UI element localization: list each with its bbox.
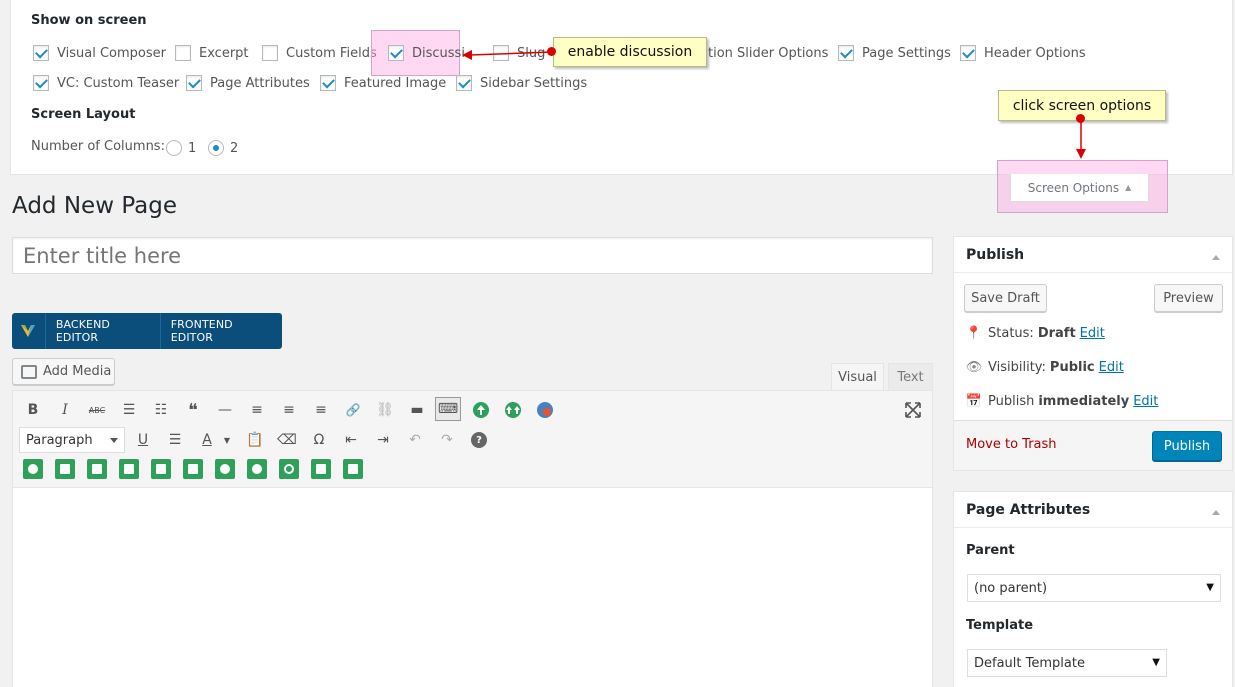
clear-formatting-icon[interactable]: ⌫ [277,430,297,450]
fullscreen-icon[interactable] [903,400,923,420]
screen-options-tab[interactable]: Screen Options ▲ [1010,174,1149,202]
indent-icon[interactable]: ⇥ [373,430,393,450]
media-icon [21,364,37,379]
callout-enable-discussion: enable discussion [553,37,707,67]
undo-icon[interactable]: ↶ [405,430,425,450]
publish-actions: Move to Trash Publish [954,420,1232,470]
help-icon[interactable]: ? [471,432,487,448]
vc-logo-icon [12,313,46,349]
strikethrough-icon[interactable]: ABC [87,400,107,420]
shortcode-document-icon[interactable] [55,459,75,479]
add-media-button[interactable]: Add Media [12,358,115,385]
underline-icon[interactable]: U [133,430,153,450]
shortcode-search-icon[interactable] [279,459,299,479]
plugin-upload-multi-icon[interactable] [503,400,523,420]
shortcode-list-icon[interactable] [183,459,203,479]
shortcode-chat-icon[interactable] [23,459,43,479]
publish-date-row: 📅 Publish immediately Edit [965,393,1159,409]
justify-icon[interactable]: ☰ [165,430,185,450]
eye-icon: 👁 [965,359,983,375]
publish-box: Publish Save Draft Preview 📍 Status: Draf… [953,236,1233,471]
page-attributes-header[interactable]: Page Attributes [954,492,1232,528]
shortcode-add-person-icon[interactable] [247,459,267,479]
tab-text[interactable]: Text [888,363,933,391]
calendar-icon: 📅 [965,393,983,409]
read-more-icon[interactable]: ▬ [407,400,427,420]
save-draft-button[interactable]: Save Draft [964,284,1047,312]
parent-select[interactable]: (no parent) ▼ [967,574,1221,602]
dropdown-arrow-icon: ▼ [1152,657,1160,668]
link-icon[interactable]: 🔗 [343,400,363,420]
shortcode-user-image-icon[interactable] [87,459,107,479]
template-select[interactable]: Default Template ▼ [967,649,1167,677]
edit-status-link[interactable]: Edit [1080,326,1105,341]
backend-editor-button[interactable]: BACKEND EDITOR [46,313,161,349]
chevron-down-icon[interactable]: ▼ [217,430,237,450]
align-center-icon[interactable]: ≡ [279,400,299,420]
arrow-head-screen-options [1076,149,1086,159]
horizontal-rule-icon[interactable]: — [215,400,235,420]
publish-button[interactable]: Publish [1152,431,1222,461]
publish-box-header[interactable]: Publish [954,237,1232,273]
triangle-up-icon: ▲ [1125,183,1132,192]
shortcode-news-icon[interactable] [343,459,363,479]
pin-icon: 📍 [965,325,983,341]
toggle-arrow-icon[interactable] [1212,251,1220,260]
outdent-icon[interactable]: ⇤ [341,430,361,450]
title-input[interactable] [12,237,933,274]
numbered-list-icon[interactable]: ☷ [151,400,171,420]
paste-as-text-icon[interactable]: 📋 [245,430,265,450]
align-left-icon[interactable]: ≡ [247,400,267,420]
page-title: Add New Page [12,193,177,219]
align-right-icon[interactable]: ≡ [311,400,331,420]
special-character-icon[interactable]: Ω [309,430,329,450]
parent-label: Parent [966,543,1015,558]
editor-content-area[interactable] [12,488,933,687]
editor-toolbar: B I ABC ☰ ☷ ❝ — ≡ ≡ ≡ 🔗 ⛓ ▬ ⌨ Paragraph … [12,390,933,488]
preview-button[interactable]: Preview [1154,284,1223,312]
callout-dot [1076,114,1085,123]
bullet-list-icon[interactable]: ☰ [119,400,139,420]
template-label: Template [966,618,1034,633]
unlink-icon[interactable]: ⛓ [375,400,395,420]
blockquote-icon[interactable]: ❝ [183,400,203,421]
shortcode-page-icon[interactable] [119,459,139,479]
callout-dot [547,47,556,56]
shortcode-flag-icon[interactable] [311,459,331,479]
visibility-row: 👁 Visibility: Public Edit [965,359,1124,375]
status-row: 📍 Status: Draft Edit [965,325,1105,341]
italic-icon[interactable]: I [55,400,75,420]
dropdown-arrow-icon: ▼ [1206,582,1214,593]
edit-date-link[interactable]: Edit [1133,394,1158,409]
arrow-head-discussion [462,50,472,60]
redo-icon[interactable]: ↷ [437,430,457,450]
text-color-icon[interactable]: A [197,430,217,450]
shortcode-home-icon[interactable] [151,459,171,479]
bold-icon[interactable]: B [23,400,43,420]
page-attributes-box: Page Attributes Parent (no parent) ▼ Temp… [953,491,1233,687]
frontend-editor-button[interactable]: FRONTEND EDITOR [161,313,282,349]
edit-visibility-link[interactable]: Edit [1099,360,1124,375]
toolbar-toggle-icon[interactable]: ⌨ [435,397,461,421]
move-to-trash-link[interactable]: Move to Trash [966,437,1057,452]
visual-composer-bar: BACKEND EDITOR FRONTEND EDITOR [12,313,282,349]
plugin-upload-icon[interactable] [471,400,491,420]
arrow-line-discussion [469,51,553,56]
format-select[interactable]: Paragraph [19,427,125,453]
toggle-arrow-icon[interactable] [1212,506,1220,515]
shortcode-person-icon[interactable] [215,459,235,479]
tab-visual[interactable]: Visual [831,363,884,391]
plugin-globe-icon[interactable] [535,400,555,420]
